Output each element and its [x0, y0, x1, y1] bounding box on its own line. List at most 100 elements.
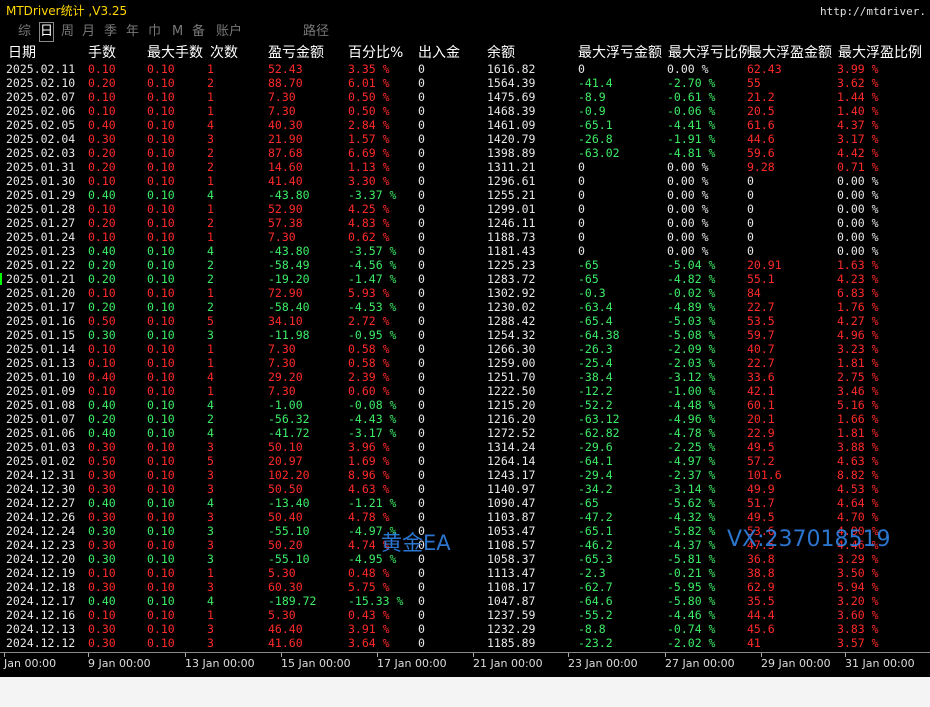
table-cell: 0.50 % — [348, 90, 390, 104]
table-row[interactable]: 2025.01.23 0.40 0.10 4 -43.80 -3.57 % 0 1181.43… — [0, 244, 930, 258]
column-header-4[interactable]: 盈亏金额 — [268, 44, 324, 62]
table-row[interactable]: 2024.12.16 0.10 0.10 1 5.30 0.43 % 0 1237.59 -55… — [0, 608, 930, 622]
table-row[interactable]: 2025.01.17 0.20 0.10 2 -58.40 -4.53 % 0 1230.02… — [0, 300, 930, 314]
table-row[interactable]: 2025.02.11 0.10 0.10 1 52.43 3.35 % 0 1616.82 0 0… — [0, 62, 930, 76]
tab-5[interactable]: 年 — [126, 23, 139, 41]
column-header-0[interactable]: 日期 — [8, 44, 36, 62]
table-cell: 1.40 % — [837, 104, 879, 118]
table-cell: 2025.01.14 — [6, 342, 76, 356]
table-row[interactable]: 2025.01.13 0.10 0.10 1 7.30 0.58 % 0 1259.00 -25… — [0, 356, 930, 370]
table-cell: 7.30 — [268, 384, 296, 398]
table-cell: 0.10 — [147, 104, 175, 118]
table-row[interactable]: 2025.01.28 0.10 0.10 1 52.90 4.25 % 0 1299.01 0 0… — [0, 202, 930, 216]
table-cell: 0 — [418, 342, 425, 356]
table-row[interactable]: 2024.12.20 0.30 0.10 3 -55.10 -4.95 % 0 1058.37… — [0, 552, 930, 566]
column-header-10[interactable]: 最大浮盈金额 — [748, 44, 832, 62]
table-cell: -3.37 % — [348, 188, 397, 202]
tab-10[interactable]: 路径 — [303, 23, 329, 41]
table-cell: 0 — [418, 216, 425, 230]
column-header-11[interactable]: 最大浮盈比例 — [838, 44, 922, 62]
table-cell: 0.20 — [88, 300, 116, 314]
app-url-link[interactable]: http://mtdriver. — [820, 4, 926, 20]
table-row[interactable]: 2025.01.09 0.10 0.10 1 7.30 0.60 % 0 1222.50 -12… — [0, 384, 930, 398]
table-cell: -58.49 — [268, 258, 310, 272]
table-cell: 1 — [207, 104, 214, 118]
table-cell: 0.10 — [147, 300, 175, 314]
table-cell: 0.20 — [88, 412, 116, 426]
tab-0[interactable]: 综 — [18, 23, 31, 41]
table-row[interactable]: 2024.12.18 0.30 0.10 3 60.30 5.75 % 0 1108.17 -6… — [0, 580, 930, 594]
table-cell: 0.10 — [147, 272, 175, 286]
table-row[interactable]: 2025.01.02 0.50 0.10 5 20.97 1.69 % 0 1264.14 -6… — [0, 454, 930, 468]
table-row[interactable]: 2024.12.19 0.10 0.10 1 5.30 0.48 % 0 1113.47 -2.… — [0, 566, 930, 580]
table-cell: 2025.01.08 — [6, 398, 76, 412]
table-cell: 3 — [207, 482, 214, 496]
table-row[interactable]: 2024.12.13 0.30 0.10 3 46.40 3.91 % 0 1232.29 -8… — [0, 622, 930, 636]
table-row[interactable]: 2025.02.10 0.20 0.10 2 88.70 6.01 % 0 1564.39 -4… — [0, 76, 930, 90]
table-row[interactable]: 2025.01.14 0.10 0.10 1 7.30 0.58 % 0 1266.30 -26… — [0, 342, 930, 356]
tab-3[interactable]: 月 — [82, 23, 95, 41]
table-row[interactable]: 2025.01.31 0.20 0.10 2 14.60 1.13 % 0 1311.21 0 0… — [0, 160, 930, 174]
column-header-9[interactable]: 最大浮亏比例 — [668, 44, 752, 62]
table-cell: 2025.01.15 — [6, 328, 76, 342]
table-cell: 0 — [578, 174, 585, 188]
tab-9[interactable]: 账户 — [216, 23, 242, 41]
column-header-1[interactable]: 手数 — [88, 44, 116, 62]
column-header-2[interactable]: 最大手数 — [147, 44, 203, 62]
table-row[interactable]: 2025.02.05 0.40 0.10 4 40.30 2.84 % 0 1461.09 -6… — [0, 118, 930, 132]
table-row[interactable]: 2025.01.06 0.40 0.10 4 -41.72 -3.17 % 0 1272.52… — [0, 426, 930, 440]
table-row[interactable]: 2025.01.03 0.30 0.10 3 50.10 3.96 % 0 1314.24 -2… — [0, 440, 930, 454]
table-row[interactable]: 2025.01.22 0.20 0.10 2 -58.49 -4.56 % 0 1225.23… — [0, 258, 930, 272]
table-row[interactable]: 2025.01.15 0.30 0.10 3 -11.98 -0.95 % 0 1254.32… — [0, 328, 930, 342]
table-row[interactable]: 2025.01.24 0.10 0.10 1 7.30 0.62 % 0 1188.73 0 0.… — [0, 230, 930, 244]
table-row[interactable]: 2025.01.08 0.40 0.10 4 -1.00 -0.08 % 0 1215.20 -… — [0, 398, 930, 412]
table-cell: 5.75 % — [348, 580, 390, 594]
table-row[interactable]: 2025.01.20 0.10 0.10 1 72.90 5.93 % 0 1302.92 -0… — [0, 286, 930, 300]
table-cell: -19.20 — [268, 272, 310, 286]
table-cell: 1.66 % — [837, 412, 879, 426]
table-row[interactable]: 2024.12.31 0.30 0.10 3 102.20 8.96 % 0 1243.17 -… — [0, 468, 930, 482]
table-cell: 0 — [418, 454, 425, 468]
tab-2[interactable]: 周 — [61, 23, 74, 41]
table-cell: 8.82 % — [837, 468, 879, 482]
table-row[interactable]: 2025.01.29 0.40 0.10 4 -43.80 -3.37 % 0 1255.21… — [0, 188, 930, 202]
table-row[interactable]: 2025.02.07 0.10 0.10 1 7.30 0.50 % 0 1475.69 -8.… — [0, 90, 930, 104]
column-header-5[interactable]: 百分比% — [348, 44, 403, 62]
tab-6[interactable]: 巾 — [148, 23, 161, 41]
table-cell: 0.10 — [147, 90, 175, 104]
table-cell: 0.10 — [147, 440, 175, 454]
table-row[interactable]: 2024.12.26 0.30 0.10 3 50.40 4.78 % 0 1103.87 -4… — [0, 510, 930, 524]
table-row[interactable]: 2024.12.27 0.40 0.10 4 -13.40 -1.21 % 0 1090.47… — [0, 496, 930, 510]
column-header-7[interactable]: 余额 — [487, 44, 515, 62]
tab-8[interactable]: 备 — [192, 23, 205, 41]
table-cell: 0.30 — [88, 538, 116, 552]
tab-7[interactable]: M — [172, 23, 183, 41]
tab-4[interactable]: 季 — [104, 23, 117, 41]
table-row[interactable]: 2025.01.27 0.20 0.10 2 57.38 4.83 % 0 1246.11 0 0… — [0, 216, 930, 230]
column-header-8[interactable]: 最大浮亏金额 — [578, 44, 662, 62]
table-row[interactable]: 2025.01.16 0.50 0.10 5 34.10 2.72 % 0 1288.42 -6… — [0, 314, 930, 328]
table-row[interactable]: 2025.02.03 0.20 0.10 2 87.68 6.69 % 0 1398.89 -6… — [0, 146, 930, 160]
table-cell: 0.00 % — [837, 244, 879, 258]
table-cell: 2.84 % — [348, 118, 390, 132]
tab-1[interactable]: 日 — [38, 22, 55, 42]
table-cell: 44.6 — [747, 132, 775, 146]
table-row[interactable]: 2025.01.07 0.20 0.10 2 -56.32 -4.43 % 0 1216.20… — [0, 412, 930, 426]
table-cell: -0.06 % — [667, 104, 716, 118]
table-row[interactable]: 2025.02.06 0.10 0.10 1 7.30 0.50 % 0 1468.39 -0.… — [0, 104, 930, 118]
table-cell: 2.75 % — [837, 370, 879, 384]
table-cell: -56.32 — [268, 412, 310, 426]
table-cell: 0.00 % — [667, 216, 709, 230]
table-cell: 1047.87 — [487, 594, 536, 608]
table-cell: -26.3 — [578, 342, 613, 356]
table-row[interactable]: 2024.12.30 0.30 0.10 3 50.50 4.63 % 0 1140.97 -3… — [0, 482, 930, 496]
table-row[interactable]: 2024.12.12 0.30 0.10 3 41.60 3.64 % 0 1185.89 -2… — [0, 636, 930, 650]
table-cell: 1113.47 — [487, 566, 536, 580]
column-header-3[interactable]: 次数 — [210, 44, 238, 62]
table-row[interactable]: 2025.02.04 0.30 0.10 3 21.90 1.57 % 0 1420.79 -2… — [0, 132, 930, 146]
table-row[interactable]: 2025.01.21 0.20 0.10 2 -19.20 -1.47 % 0 1283.72… — [0, 272, 930, 286]
table-row[interactable]: 2024.12.17 0.40 0.10 4 -189.72 -15.33 % 0 1047.… — [0, 594, 930, 608]
table-row[interactable]: 2025.01.10 0.40 0.10 4 29.20 2.39 % 0 1251.70 -3… — [0, 370, 930, 384]
column-header-6[interactable]: 出入金 — [418, 44, 460, 62]
table-row[interactable]: 2025.01.30 0.10 0.10 1 41.40 3.30 % 0 1296.61 0 0… — [0, 174, 930, 188]
